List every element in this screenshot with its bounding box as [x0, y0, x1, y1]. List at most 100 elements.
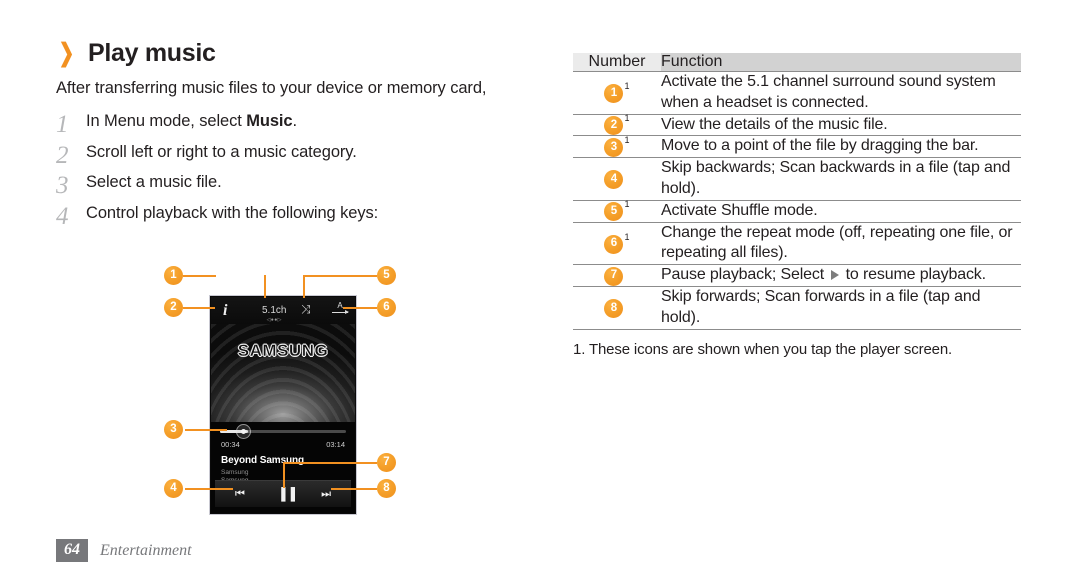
step-text: Scroll left or right to a music category… — [86, 142, 357, 161]
row-number-cell: 7 1 — [573, 264, 661, 287]
table-row: 3 1 Move to a point of the file by dragg… — [573, 134, 1021, 159]
row-number-cell: 2 1 — [573, 113, 661, 137]
steps-list: 1 In Menu mode, select Music. 2 Scroll l… — [56, 111, 526, 229]
page-title-text: Play music — [87, 39, 216, 67]
progress-knob[interactable] — [235, 424, 251, 439]
time-row: 00:34 03:14 — [211, 440, 355, 454]
time-current: 00:34 — [221, 440, 240, 449]
shuffle-icon[interactable]: ⤨ — [301, 303, 311, 315]
callout-leader-1 — [183, 275, 216, 277]
footnote-marker: 1 — [624, 231, 630, 242]
callout-leader-8 — [331, 488, 377, 490]
page-number: 64 — [56, 539, 88, 562]
album-art-logo: SAMSUNG — [237, 341, 329, 360]
row-number-cell: 8 1 — [573, 286, 661, 330]
numbered-badge-wrap: 2 1 — [604, 113, 630, 136]
row-number-cell: 4 1 — [573, 157, 661, 201]
page-footer: 64 Entertainment — [56, 539, 192, 562]
player-top-bar: i 5.1ch ◁●●▷ ⤨ A — [211, 297, 355, 324]
column-header-number: Number — [573, 53, 661, 72]
numbered-badge-wrap: 1 1 — [604, 80, 630, 103]
play-icon — [831, 270, 840, 281]
row-function-cell: Skip forwards; Scan forwards in a file (… — [661, 286, 1021, 330]
callout-leader-5 — [303, 275, 377, 277]
intro-paragraph: After transferring music files to your d… — [56, 78, 487, 97]
function-table: Number Function 1 1 Activate the 5.1 cha… — [573, 53, 1021, 330]
step-text-post: . — [292, 112, 298, 131]
table-row: 2 1 View the details of the music file. — [573, 113, 1021, 137]
callout-leader-4 — [185, 488, 233, 490]
row-function-cell: Change the repeat mode (off, repeating o… — [661, 222, 1021, 266]
footnote-marker: 1 — [624, 80, 630, 91]
footnote-marker: 1 — [624, 113, 630, 124]
numbered-badge-wrap: 4 1 — [604, 170, 629, 190]
repeat-arrow-icon — [332, 310, 349, 314]
callout-badge-1: 1 — [164, 266, 183, 285]
section-name: Entertainment — [100, 541, 192, 559]
step-text-bold: Music — [246, 112, 293, 131]
table-header-row: Number Function — [573, 53, 1021, 72]
step-text: Select a music file. — [86, 173, 222, 192]
callout-badge: 3 — [604, 137, 624, 157]
numbered-badge-wrap: 5 1 — [604, 199, 630, 222]
album-art-rings — [211, 324, 355, 422]
callout-leader-7 — [283, 462, 377, 464]
list-item: 2 Scroll left or right to a music catego… — [56, 142, 526, 168]
row-number-cell: 1 1 — [573, 71, 661, 115]
step-text: Control playback with the following keys… — [86, 203, 379, 222]
surround-5-1ch-icon[interactable]: 5.1ch ◁●●▷ — [262, 301, 286, 323]
time-total: 03:14 — [326, 440, 345, 449]
table-row: 6 1 Change the repeat mode (off, repeati… — [573, 222, 1021, 266]
page-title: ❯ Play music — [56, 39, 526, 68]
callout-badge: 2 — [604, 116, 624, 136]
step-number: 3 — [56, 172, 69, 200]
row-function-cell: Activate Shuffle mode. — [661, 200, 1021, 223]
callout-leader-5b — [303, 275, 305, 298]
callout-leader-7b — [283, 462, 285, 488]
callout-leader-3 — [185, 429, 227, 431]
callout-badge: 4 — [604, 170, 624, 190]
next-button[interactable]: ⏭ — [321, 489, 331, 500]
footnote-marker: 1 — [624, 134, 630, 145]
numbered-badge-wrap: 7 1 — [604, 266, 629, 286]
callout-leader-6 — [343, 307, 377, 309]
callout-badge: 5 — [604, 202, 624, 222]
numbered-badge-wrap: 6 1 — [604, 231, 630, 254]
step-number: 1 — [56, 111, 69, 139]
row-number-cell: 3 1 — [573, 134, 661, 159]
previous-button[interactable]: ⏮ — [235, 489, 245, 500]
row-function-text-pre: Pause playback; Select — [661, 266, 829, 284]
manual-page: ❯ Play music After transferring music fi… — [0, 0, 1080, 586]
album-art: SAMSUNG — [211, 324, 355, 422]
callout-badge-3: 3 — [164, 420, 183, 439]
step-number: 2 — [56, 141, 69, 169]
left-column: ❯ Play music After transferring music fi… — [56, 39, 526, 233]
chevron-right-icon: ❯ — [58, 39, 75, 67]
table-row: 7 1 Pause playback; Select to resume pla… — [573, 264, 1021, 287]
callout-badge: 8 — [604, 298, 624, 318]
table-row: 1 1 Activate the 5.1 channel surround so… — [573, 71, 1021, 115]
list-item: 3 Select a music file. — [56, 172, 526, 198]
progress-bar[interactable] — [211, 422, 355, 440]
callout-badge-4: 4 — [164, 479, 183, 498]
numbered-badge-wrap: 3 1 — [604, 134, 630, 157]
callout-badge-6: 6 — [377, 298, 396, 317]
step-number: 4 — [56, 202, 69, 230]
footnote-marker: 1 — [624, 199, 630, 210]
info-icon[interactable]: i — [223, 302, 227, 320]
column-header-function: Function — [661, 53, 1021, 72]
table-row: 8 1 Skip forwards; Scan forwards in a fi… — [573, 286, 1021, 330]
function-table-wrapper: Number Function 1 1 Activate the 5.1 cha… — [573, 53, 1021, 358]
table-row: 4 1 Skip backwards; Scan backwards in a … — [573, 157, 1021, 201]
list-item: 1 In Menu mode, select Music. — [56, 111, 526, 137]
list-item: 4 Control playback with the following ke… — [56, 203, 526, 229]
callout-leader-2 — [183, 307, 215, 309]
pause-button[interactable]: ▐▐ — [277, 488, 296, 500]
table-row: 5 1 Activate Shuffle mode. — [573, 199, 1021, 223]
callout-leader-1b — [264, 275, 266, 298]
music-player-figure: i 5.1ch ◁●●▷ ⤨ A SAMSUNG 00:34 03:14 Bey… — [163, 266, 413, 521]
callout-badge-5: 5 — [377, 266, 396, 285]
table-footnote: 1. These icons are shown when you tap th… — [573, 340, 953, 358]
callout-badge-2: 2 — [164, 298, 183, 317]
step-text-pre: In Menu mode, select — [86, 112, 247, 131]
